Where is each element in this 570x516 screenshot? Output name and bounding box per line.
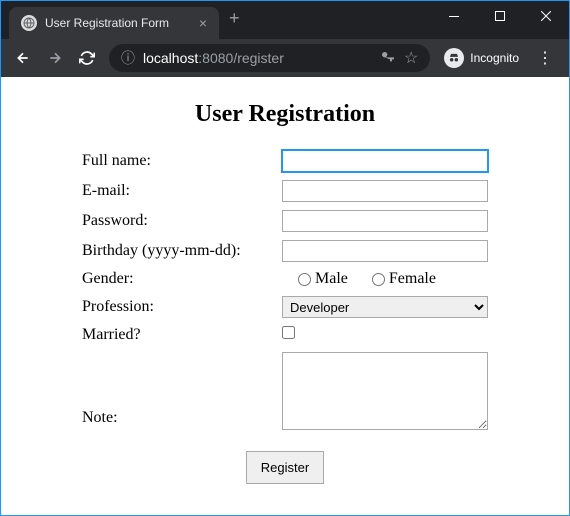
menu-button[interactable]: ⋮ xyxy=(529,48,561,68)
email-input[interactable] xyxy=(282,180,488,202)
profession-label: Profession: xyxy=(76,292,276,322)
note-label: Note: xyxy=(76,348,276,439)
address-bar[interactable]: ⓘ localhost:8080/register ☆ xyxy=(109,44,430,72)
gender-male-radio[interactable] xyxy=(298,273,311,286)
birthday-label: Birthday (yyyy-mm-dd): xyxy=(76,236,276,266)
minimize-button[interactable] xyxy=(431,1,477,31)
register-button[interactable]: Register xyxy=(246,451,324,484)
married-label: Married? xyxy=(76,322,276,348)
incognito-label: Incognito xyxy=(470,51,519,65)
browser-toolbar: ⓘ localhost:8080/register ☆ Incognito ⋮ xyxy=(1,39,569,77)
reload-button[interactable] xyxy=(73,44,101,72)
page-content: User Registration Full name: E-mail: Pas… xyxy=(1,77,569,512)
email-label: E-mail: xyxy=(76,176,276,206)
tab-title: User Registration Form xyxy=(45,16,169,30)
forward-button[interactable] xyxy=(41,44,69,72)
fullname-label: Full name: xyxy=(76,146,276,176)
married-checkbox[interactable] xyxy=(282,326,295,339)
browser-tab[interactable]: User Registration Form × xyxy=(9,7,219,39)
page-heading: User Registration xyxy=(41,101,529,128)
password-input[interactable] xyxy=(282,210,488,232)
fullname-input[interactable] xyxy=(282,150,488,172)
maximize-button[interactable] xyxy=(477,1,523,31)
gender-male-option[interactable]: Male xyxy=(298,270,348,288)
close-window-button[interactable] xyxy=(523,1,569,31)
note-textarea[interactable] xyxy=(282,352,488,430)
globe-icon xyxy=(21,15,37,31)
back-button[interactable] xyxy=(9,44,37,72)
gender-label: Gender: xyxy=(76,266,276,292)
registration-form: Full name: E-mail: Password: Birthday (y… xyxy=(41,146,529,488)
close-icon[interactable]: × xyxy=(199,15,207,31)
gender-female-option[interactable]: Female xyxy=(372,270,436,288)
new-tab-button[interactable]: + xyxy=(219,4,250,33)
gender-female-radio[interactable] xyxy=(372,273,385,286)
bookmark-icon[interactable]: ☆ xyxy=(404,48,418,68)
incognito-icon xyxy=(444,48,464,68)
key-icon[interactable] xyxy=(380,48,396,69)
profession-select[interactable]: Developer xyxy=(282,296,488,318)
incognito-badge: Incognito xyxy=(438,48,525,68)
password-label: Password: xyxy=(76,206,276,236)
info-icon: ⓘ xyxy=(121,48,135,68)
url-text: localhost:8080/register xyxy=(143,50,284,66)
browser-titlebar: User Registration Form × + xyxy=(1,1,569,39)
birthday-input[interactable] xyxy=(282,240,488,262)
